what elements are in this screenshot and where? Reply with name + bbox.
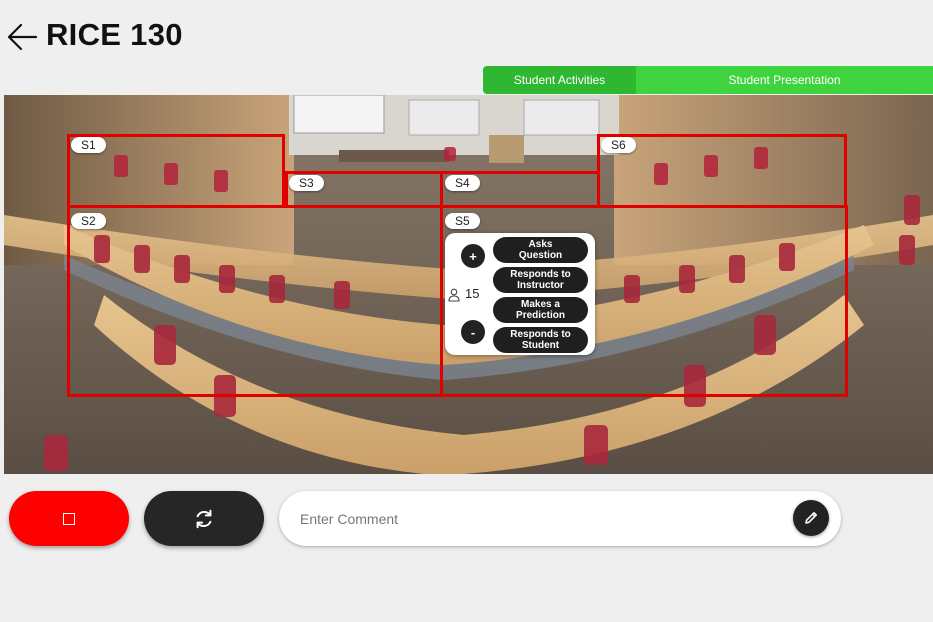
zone-label-s5[interactable]: S5 — [445, 213, 480, 229]
person-icon — [448, 288, 460, 302]
zone-label-s4[interactable]: S4 — [445, 175, 480, 191]
activity-popup: + - 15 Asks Question Responds to Instructo… — [445, 233, 595, 355]
activity-label-line2: Prediction — [516, 310, 565, 321]
activity-label-line1: Responds to — [510, 269, 571, 280]
activity-makes-a-prediction[interactable]: Makes a Prediction — [493, 297, 588, 323]
student-count: 15 — [465, 286, 480, 301]
submit-comment-button[interactable] — [793, 500, 829, 536]
arrow-left-icon[interactable] — [6, 22, 38, 52]
pencil-icon — [805, 511, 817, 524]
zone-label-s2[interactable]: S2 — [71, 213, 106, 229]
refresh-button[interactable] — [144, 491, 264, 546]
comment-input[interactable] — [298, 508, 782, 530]
activity-asks-question[interactable]: Asks Question — [493, 237, 588, 263]
activity-label-line2: Instructor — [517, 280, 564, 291]
stop-button[interactable] — [9, 491, 129, 546]
activity-label-line2: Student — [521, 340, 560, 351]
tab-student-presentation[interactable]: Student Presentation — [636, 66, 933, 94]
stop-icon — [63, 512, 75, 525]
zone-label-s6[interactable]: S6 — [601, 137, 636, 153]
tab-bar: Student Activities Student Presentation — [483, 66, 933, 94]
activity-label-line1: Asks — [528, 239, 553, 250]
increment-button[interactable]: + — [461, 244, 485, 268]
activity-responds-to-student[interactable]: Responds to Student — [493, 327, 588, 353]
activity-label-line2: Question — [518, 250, 563, 261]
zone-label-s3[interactable]: S3 — [289, 175, 324, 191]
tab-student-activities[interactable]: Student Activities — [483, 66, 636, 94]
activity-responds-to-instructor[interactable]: Responds to Instructor — [493, 267, 588, 293]
decrement-button[interactable]: - — [461, 320, 485, 344]
page-title: RICE 130 — [46, 17, 183, 52]
activity-label-line1: Makes a — [521, 299, 560, 310]
refresh-icon — [196, 509, 212, 528]
activity-label-line1: Responds to — [510, 329, 571, 340]
comment-box — [279, 491, 841, 546]
zone-label-s1[interactable]: S1 — [71, 137, 106, 153]
zone-s2[interactable] — [67, 205, 443, 397]
